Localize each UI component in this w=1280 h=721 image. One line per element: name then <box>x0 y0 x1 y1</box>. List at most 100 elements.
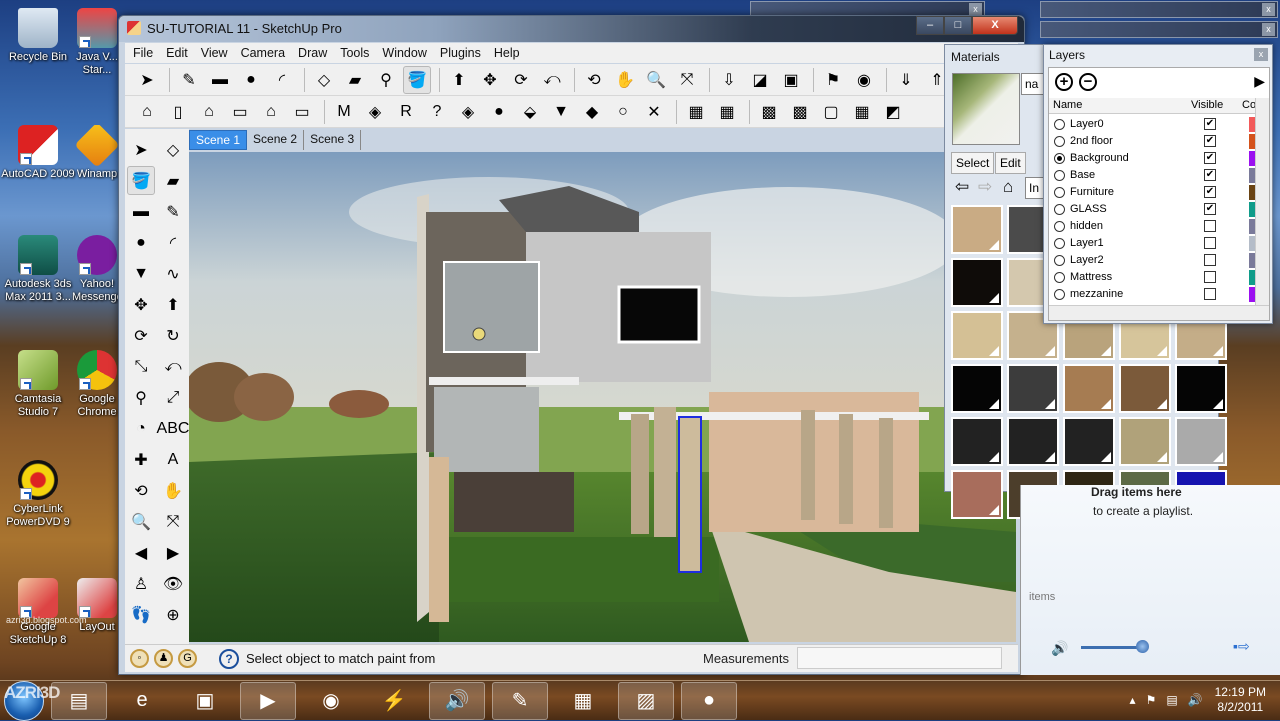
zoom-tool[interactable]: 🔍 <box>127 507 155 536</box>
tab-scene-3[interactable]: Scene 3 <box>304 130 362 150</box>
material-swatch[interactable] <box>951 258 1003 307</box>
back-view[interactable]: ⌂ <box>257 98 285 126</box>
desktop-icon-recycle-bin[interactable]: Recycle Bin <box>0 8 76 64</box>
desktop-icon-3ds-max[interactable]: Autodesk 3ds Max 2011 3... <box>0 235 76 304</box>
taskbar-calculator[interactable]: ▦ <box>555 682 611 720</box>
pencil-tool[interactable]: ✎ <box>175 66 203 94</box>
offset-tool[interactable]: ⤺ <box>159 352 187 381</box>
desktop-icon-sketchup[interactable]: Google SketchUp 8 <box>0 578 76 647</box>
add-layer-icon[interactable]: + <box>1055 73 1073 91</box>
desktop-icon-java[interactable]: Java V... Star... <box>72 8 122 77</box>
eraser-tool[interactable]: ▰ <box>341 66 369 94</box>
layer-visible-checkbox[interactable]: ✔ <box>1204 135 1216 147</box>
walk-tool[interactable]: 👣 <box>127 600 155 629</box>
selected-column[interactable] <box>678 416 702 573</box>
share-model-tool[interactable]: ◪ <box>746 66 774 94</box>
get-models-tool[interactable]: ⇩ <box>715 66 743 94</box>
forward-arrow-icon[interactable]: ⇨ <box>978 177 992 197</box>
close-icon[interactable]: x <box>1254 48 1268 61</box>
material-swatch[interactable] <box>1063 417 1115 466</box>
active-layer-radio[interactable] <box>1054 170 1065 181</box>
circle-tool[interactable]: ● <box>237 66 265 94</box>
home-icon[interactable]: ⌂ <box>1003 177 1013 197</box>
look-around-tool[interactable]: 👁 <box>159 569 187 598</box>
active-layer-radio[interactable] <box>1054 272 1065 283</box>
offset-tool[interactable]: ⤺ <box>538 66 566 94</box>
background-window-bar[interactable]: x <box>1040 21 1278 38</box>
taskbar-photo-viewer[interactable]: ▨ <box>618 681 674 720</box>
sandbox-flip-edge[interactable]: ◩ <box>879 98 907 126</box>
sphere-tool[interactable]: ● <box>485 98 513 126</box>
light-tool[interactable]: ⬙ <box>516 98 544 126</box>
layer-row[interactable]: Background ✔ <box>1049 150 1260 167</box>
push-pull-tool[interactable]: ⬆ <box>159 290 187 319</box>
right-view[interactable]: ▯ <box>164 98 192 126</box>
active-layer-radio[interactable] <box>1054 204 1065 215</box>
material-swatch[interactable] <box>951 470 1003 519</box>
tab-scene-1[interactable]: Scene 1 <box>189 130 248 150</box>
push-pull-tool[interactable]: ⬆ <box>445 66 473 94</box>
volume-slider-knob[interactable] <box>1136 640 1149 653</box>
menu-view[interactable]: View <box>201 46 228 60</box>
material-swatch[interactable] <box>1119 364 1171 413</box>
move-tool[interactable]: ✥ <box>476 66 504 94</box>
layer-row[interactable]: 2nd floor ✔ <box>1049 133 1260 150</box>
model-viewport[interactable] <box>189 152 1016 642</box>
rectangle-tool[interactable]: ▬ <box>127 197 155 226</box>
layer-row[interactable]: Furniture ✔ <box>1049 184 1260 201</box>
menu-file[interactable]: File <box>133 46 153 60</box>
eraser-tool[interactable]: ▰ <box>159 166 187 195</box>
plugin-tag-f[interactable]: ◈ <box>454 98 482 126</box>
switch-to-now-playing-icon[interactable]: ▪⇨ <box>1233 638 1250 655</box>
layer-visible-checkbox[interactable] <box>1204 237 1216 249</box>
layer-visible-checkbox[interactable]: ✔ <box>1204 169 1216 181</box>
rotate-tool[interactable]: ⟳ <box>127 321 155 350</box>
menu-edit[interactable]: Edit <box>166 46 188 60</box>
next-view-tool[interactable]: ▶ <box>159 538 187 567</box>
tab-select[interactable]: Select <box>951 152 995 174</box>
orbit-tool[interactable]: ⟲ <box>127 476 155 505</box>
layer-visible-checkbox[interactable] <box>1204 220 1216 232</box>
google-signin-icon[interactable]: G <box>178 649 197 668</box>
plugin-r[interactable]: R <box>392 98 420 126</box>
layer-visible-checkbox[interactable]: ✔ <box>1204 152 1216 164</box>
plugin-m[interactable]: M <box>330 98 358 126</box>
freehand-tool[interactable]: ∿ <box>159 259 187 288</box>
menu-camera[interactable]: Camera <box>241 46 285 60</box>
desktop-icon-winamp[interactable]: Winamp <box>72 125 122 181</box>
sun-tool[interactable]: ○ <box>609 98 637 126</box>
taskbar-sketchup[interactable]: ✎ <box>492 681 548 720</box>
sandbox-scratch[interactable]: ▦ <box>713 98 741 126</box>
sandbox-contours[interactable]: ▦ <box>682 98 710 126</box>
desktop-icon-camtasia[interactable]: Camtasia Studio 7 <box>0 350 76 419</box>
show-hidden-icons[interactable]: ▴ <box>1130 693 1136 707</box>
layer-visible-checkbox[interactable] <box>1204 254 1216 266</box>
taskbar-volume-app[interactable]: 🔊 <box>429 681 485 720</box>
credits-icon[interactable]: ♟ <box>154 649 173 668</box>
help-icon[interactable]: ? <box>219 648 239 669</box>
photo-textures-tool[interactable]: ▣ <box>777 66 805 94</box>
desktop-icon-autocad[interactable]: AutoCAD 2009 <box>0 125 76 181</box>
zoom-window-tool[interactable]: ⤧ <box>159 507 187 536</box>
paint-bucket-tool[interactable]: 🪣 <box>127 166 155 195</box>
material-swatch[interactable] <box>1007 364 1059 413</box>
previous-view-tool[interactable]: ◀ <box>127 538 155 567</box>
volume-icon[interactable]: 🔊 <box>1051 640 1068 657</box>
select-tool[interactable]: ➤ <box>133 66 161 94</box>
geolocation-icon[interactable]: ◦ <box>130 649 149 668</box>
desktop-icon-yahoo[interactable]: Yahoo! Messenger <box>72 235 122 304</box>
material-swatch[interactable] <box>1175 364 1227 413</box>
active-layer-radio[interactable] <box>1054 221 1065 232</box>
menu-window[interactable]: Window <box>382 46 426 60</box>
taskbar-media-player[interactable]: ▶ <box>240 681 296 720</box>
sandbox-tool[interactable]: ✕ <box>640 98 668 126</box>
measurements-input[interactable] <box>797 647 1002 669</box>
taskbar-winamp[interactable]: ⚡ <box>366 682 422 720</box>
material-swatch[interactable] <box>951 311 1003 360</box>
layer-visible-checkbox[interactable] <box>1204 271 1216 283</box>
sandbox-smoove[interactable]: ▩ <box>755 98 783 126</box>
close-button[interactable]: X <box>972 16 1018 35</box>
menu-help[interactable]: Help <box>494 46 520 60</box>
circle-tool[interactable]: ● <box>127 228 155 257</box>
layers-horizontal-scrollbar[interactable] <box>1049 305 1269 320</box>
